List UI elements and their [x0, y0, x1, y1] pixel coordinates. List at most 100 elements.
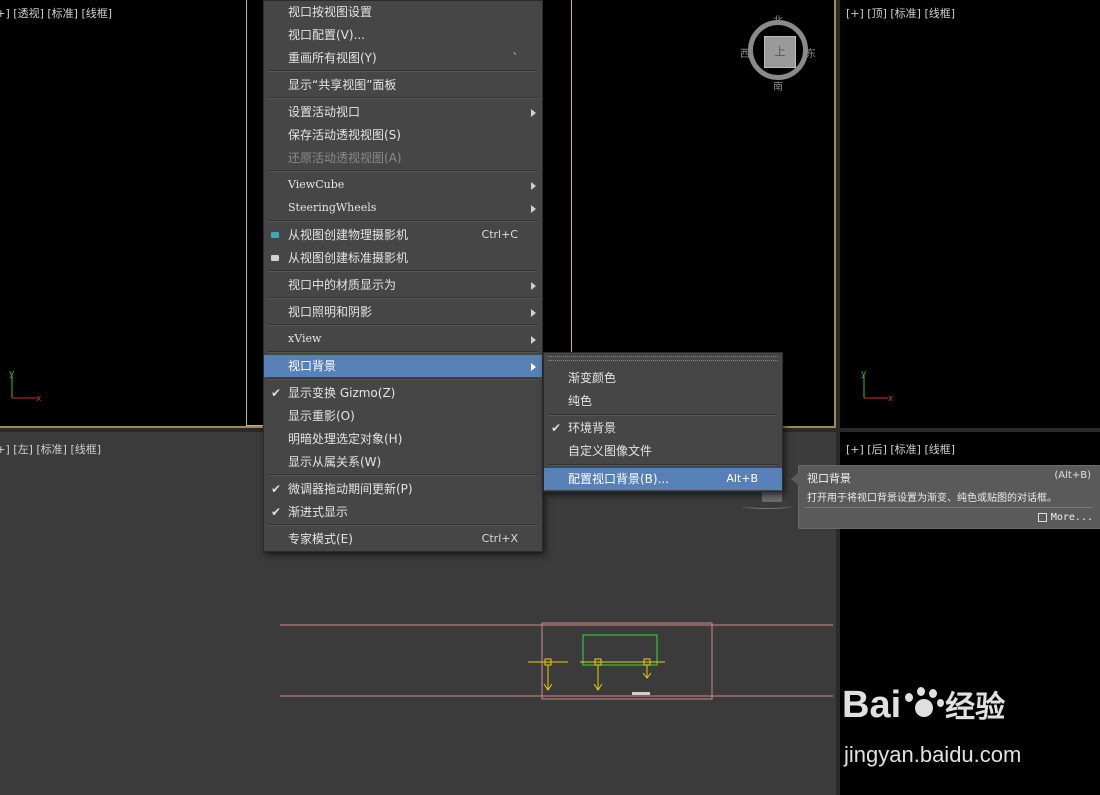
viewport-label-perspective[interactable]: [+] [透视] [标准] [线框] [0, 5, 112, 21]
tooltip-more-link[interactable]: More... [1037, 512, 1093, 523]
submenu-arrow-icon [531, 205, 536, 213]
tooltip: 视口背景 (Alt+B) 打开用于将视口背景设置为渐变、纯色或贴图的对话框。 M… [791, 465, 1100, 529]
watermark-brand-right: 经验 [945, 691, 1006, 724]
watermark-brand: Bai 经验 [842, 682, 1005, 727]
menu-item-label: 重画所有视图(Y) [288, 51, 377, 65]
menu-item-show-shared-views-panel[interactable]: 显示“共享视图”面板 [264, 74, 542, 96]
menu-item-label: 配置视口背景(B)... [568, 472, 670, 486]
menu-item-label: 还原活动透视视图(A) [288, 151, 402, 165]
menu-item-label: 专家模式(E) [288, 532, 353, 546]
submenu-arrow-icon [531, 309, 536, 317]
menu-item-viewcube[interactable]: ViewCube [264, 174, 542, 196]
svg-text:y: y [9, 369, 15, 379]
viewport-background-submenu[interactable]: 渐变颜色 纯色 ✔ 环境背景 自定义图像文件 配置视口背景(B)... Alt+B [543, 352, 783, 492]
menu-item-shortcut: Alt+B [726, 472, 758, 485]
menu-item-label: 视口中的材质显示为 [288, 278, 397, 292]
menu-item-redraw-all-views[interactable]: 重画所有视图(Y) ` [264, 47, 542, 69]
menu-item-label: 视口配置(V)... [288, 28, 366, 42]
menu-item-label: 视口背景 [288, 359, 337, 373]
viewcube-north[interactable]: 北 [773, 12, 783, 27]
svg-text:x: x [888, 394, 894, 404]
menu-item-show-ghosting[interactable]: 显示重影(O) [264, 405, 542, 427]
menu-item-label: 自定义图像文件 [568, 444, 653, 458]
baidu-jingyan-watermark: Bai 经验 jingyan.baidu.com [842, 678, 1100, 788]
viewcube-west[interactable]: 西 [740, 45, 750, 60]
menu-item-material-display-as[interactable]: 视口中的材质显示为 [264, 274, 542, 296]
menu-item-xview[interactable]: xView [264, 328, 542, 350]
tooltip-shortcut: (Alt+B) [1054, 470, 1091, 481]
submenu-arrow-icon [531, 282, 536, 290]
submenu-arrow-icon [531, 182, 536, 190]
menu-separator [548, 414, 778, 416]
submenu-arrow-icon [531, 109, 536, 117]
menu-item-label: ViewCube [288, 178, 345, 191]
menu-item-update-during-spinner-drag[interactable]: ✔ 微调器拖动期间更新(P) [264, 478, 542, 500]
submenu-arrow-icon [531, 336, 536, 344]
menu-item-viewport-background[interactable]: 视口背景 [264, 355, 542, 377]
menu-item-viewport-configuration[interactable]: 视口配置(V)... [264, 24, 542, 46]
menu-item-label: 设置活动视口 [288, 105, 361, 119]
menu-separator [268, 324, 538, 326]
submenu-item-custom-image-file[interactable]: 自定义图像文件 [544, 440, 782, 462]
menu-separator [548, 464, 778, 466]
submenu-item-gradient-color[interactable]: 渐变颜色 [544, 367, 782, 389]
menu-item-show-dependencies[interactable]: 显示从属关系(W) [264, 451, 542, 473]
menu-item-create-physical-camera[interactable]: 从视图创建物理摄影机 Ctrl+C [264, 224, 542, 246]
menu-item-label: 视口照明和阴影 [288, 305, 373, 319]
menu-item-shade-selected[interactable]: 明暗处理选定对象(H) [264, 428, 542, 450]
menu-item-viewport-per-view-settings[interactable]: 视口按视图设置 [264, 1, 542, 23]
svg-text:x: x [36, 394, 42, 404]
tooltip-divider [805, 507, 1093, 508]
menu-item-label: 环境背景 [568, 421, 617, 435]
viewport-divider-vertical[interactable] [836, 0, 840, 795]
menu-item-label: 渐变颜色 [568, 371, 617, 385]
menu-item-save-active-perspective[interactable]: 保存活动透视视图(S) [264, 124, 542, 146]
submenu-item-configure-viewport-background[interactable]: 配置视口背景(B)... Alt+B [544, 468, 782, 490]
menu-item-lighting-and-shadows[interactable]: 视口照明和阴影 [264, 301, 542, 323]
menu-separator [268, 474, 538, 476]
submenu-item-solid-color[interactable]: 纯色 [544, 390, 782, 412]
external-link-icon [1037, 512, 1047, 522]
menu-item-shortcut: Ctrl+X [481, 532, 518, 545]
menu-item-label: 明暗处理选定对象(H) [288, 432, 403, 446]
menu-separator [268, 270, 538, 272]
viewport-label-left[interactable]: [+] [左] [标准] [线框] [0, 441, 101, 457]
submenu-item-environment-background[interactable]: ✔ 环境背景 [544, 417, 782, 439]
viewcube-south[interactable]: 南 [773, 78, 783, 93]
menu-item-label: 纯色 [568, 394, 593, 408]
menu-item-label: 渐进式显示 [288, 505, 349, 519]
viewcube-east[interactable]: 东 [806, 45, 816, 60]
menu-item-steeringwheels[interactable]: SteeringWheels [264, 197, 542, 219]
physical-camera-icon [271, 232, 279, 238]
menu-separator [268, 351, 538, 353]
submenu-arrow-icon [531, 363, 536, 371]
tooltip-pointer [791, 472, 799, 486]
menu-separator [268, 524, 538, 526]
viewport-label-back[interactable]: [+] [后] [标准] [线框] [846, 441, 955, 457]
menu-item-shortcut: ` [512, 51, 519, 64]
menu-separator [268, 170, 538, 172]
viewport-top[interactable] [840, 0, 1100, 428]
menu-item-progressive-display[interactable]: ✔ 渐进式显示 [264, 501, 542, 523]
menu-item-label: 从视图创建标准摄影机 [288, 251, 409, 265]
viewport-context-menu[interactable]: 视口按视图设置 视口配置(V)... 重画所有视图(Y) ` 显示“共享视图”面板… [263, 0, 543, 552]
menu-item-label: 保存活动透视视图(S) [288, 128, 401, 142]
menu-item-expert-mode[interactable]: 专家模式(E) Ctrl+X [264, 528, 542, 550]
menu-item-label: 显示“共享视图”面板 [288, 78, 397, 92]
viewcube-face-top[interactable]: 上 [764, 36, 796, 68]
menu-separator [268, 70, 538, 72]
tooltip-title: 视口背景 [807, 472, 851, 485]
menu-item-label: SteeringWheels [288, 201, 377, 214]
menu-separator [268, 220, 538, 222]
menu-separator [268, 297, 538, 299]
menu-item-set-active-viewport[interactable]: 设置活动视口 [264, 101, 542, 123]
submenu-tearoff-handle[interactable] [548, 356, 778, 361]
scene-geometry[interactable] [280, 620, 836, 704]
menu-item-create-standard-camera[interactable]: 从视图创建标准摄影机 [264, 247, 542, 269]
viewcube[interactable]: 上 北 南 西 东 [740, 12, 820, 93]
menu-item-label: 从视图创建物理摄影机 [288, 228, 409, 242]
watermark-brand-left: Bai [842, 684, 902, 726]
viewport-label-top[interactable]: [+] [顶] [标准] [线框] [846, 5, 955, 21]
menu-separator [268, 97, 538, 99]
menu-item-show-transform-gizmo[interactable]: ✔ 显示变换 Gizmo(Z) [264, 382, 542, 404]
